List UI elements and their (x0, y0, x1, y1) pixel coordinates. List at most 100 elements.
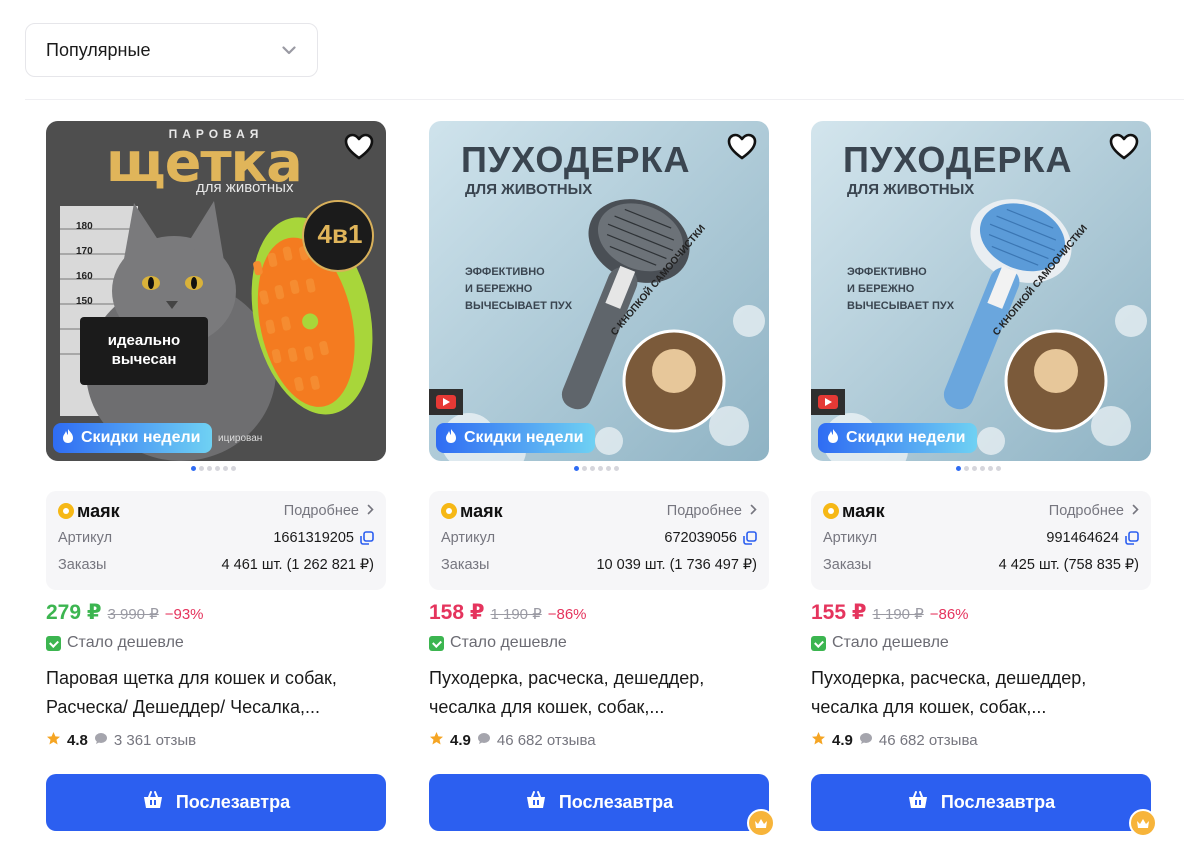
rating: 4.8 3 361 отзыв (46, 731, 196, 750)
old-price: 3 990 ₽ (107, 606, 159, 623)
product-image[interactable]: ПУХОДЕРКА ДЛЯ ЖИВОТНЫХ ЭФФЕКТИВНО И БЕРЕ… (429, 121, 769, 461)
copy-icon[interactable] (1125, 530, 1139, 545)
chevron-right-icon (367, 503, 374, 519)
image-tail-text: ицирован (218, 433, 263, 444)
reviews-count[interactable]: 46 682 отзыва (497, 732, 596, 749)
discount: −86% (929, 606, 969, 623)
image-desc-3: ВЫЧЕСЫВАЕТ ПУХ (465, 300, 573, 312)
image-pagination[interactable] (956, 466, 1001, 471)
promo-badge: Скидки недели (818, 423, 978, 453)
basket-icon (907, 790, 929, 815)
image-pagination[interactable] (574, 466, 619, 471)
product-image[interactable]: ПАРОВАЯ щетка для животных 4в1 180 170 1… (46, 121, 386, 461)
rating-value: 4.8 (67, 732, 88, 749)
promo-badge-label: Скидки недели (464, 429, 584, 446)
product-title[interactable]: Пуходерка, расческа, дешеддер, чесалка дл… (811, 664, 1151, 722)
image-pagination[interactable] (191, 466, 236, 471)
add-to-cart-label: Послезавтра (175, 792, 291, 812)
sort-dropdown[interactable]: Популярные (25, 23, 318, 77)
heart-icon[interactable] (1109, 133, 1139, 161)
reviews-count[interactable]: 3 361 отзыв (114, 732, 196, 749)
orders-value: 4 461 шт. (1 262 821 ₽) (221, 556, 374, 573)
rating: 4.9 46 682 отзыва (429, 731, 596, 750)
orders-label: Заказы (823, 556, 872, 573)
image-headline: ПУХОДЕРКА (843, 139, 1073, 180)
article-label: Артикул (441, 529, 496, 546)
product-card[interactable]: ПУХОДЕРКА ДЛЯ ЖИВОТНЫХ ЭФФЕКТИВНО И БЕРЕ… (811, 121, 1157, 841)
arrow-down-icon (811, 635, 826, 651)
image-scale-2: 170 (76, 246, 93, 257)
promo-badge-label: Скидки недели (81, 429, 201, 446)
star-icon (46, 731, 61, 750)
star-icon (429, 731, 444, 750)
old-price: 1 190 ₽ (490, 606, 542, 623)
add-to-cart-button[interactable]: Послезавтра (429, 774, 769, 831)
basket-icon (142, 790, 164, 815)
image-desc-1: ЭФФЕКТИВНО (465, 266, 545, 278)
orders-value: 4 425 шт. (758 835 ₽) (998, 556, 1139, 573)
copy-icon[interactable] (743, 530, 757, 545)
fire-icon (826, 428, 840, 449)
reviews-count[interactable]: 46 682 отзыва (879, 732, 978, 749)
heart-icon[interactable] (727, 133, 757, 161)
product-title[interactable]: Паровая щетка для кошек и собак, Расческа… (46, 664, 386, 722)
heart-icon[interactable] (344, 133, 374, 161)
orders-value: 10 039 шт. (1 736 497 ₽) (596, 556, 757, 573)
chevron-down-icon (281, 42, 297, 58)
copy-icon[interactable] (360, 530, 374, 545)
price-drop-badge: Стало дешевле (429, 634, 567, 652)
add-to-cart-label: Послезавтра (940, 792, 1056, 812)
more-link[interactable]: Подробнее (667, 503, 757, 519)
image-headline: ПУХОДЕРКА (461, 139, 691, 180)
analytics-box: маяк Подробнее Артикул 1661319205 Заказы 4… (46, 491, 386, 590)
mayak-logo: маяк (441, 501, 503, 522)
price: 155 ₽ (811, 601, 867, 624)
chevron-right-icon (750, 503, 757, 519)
image-subtitle: ДЛЯ ЖИВОТНЫХ (847, 181, 975, 198)
more-link[interactable]: Подробнее (1049, 503, 1139, 519)
mayak-logo: маяк (58, 501, 120, 522)
arrow-down-icon (429, 635, 444, 651)
add-to-cart-button[interactable]: Послезавтра (46, 774, 386, 831)
add-to-cart-button[interactable]: Послезавтра (811, 774, 1151, 831)
image-subtitle: ДЛЯ ЖИВОТНЫХ (465, 181, 593, 198)
image-desc-1: ЭФФЕКТИВНО (847, 266, 927, 278)
image-subtitle: для животных (196, 179, 294, 196)
image-scale-1: 180 (76, 221, 93, 232)
star-icon (811, 731, 826, 750)
product-card[interactable]: ПУХОДЕРКА ДЛЯ ЖИВОТНЫХ ЭФФЕКТИВНО И БЕРЕ… (429, 121, 775, 841)
price: 279 ₽ (46, 601, 102, 624)
product-title[interactable]: Пуходерка, расческа, дешеддер, чесалка дл… (429, 664, 769, 722)
fire-icon (61, 428, 75, 449)
image-desc-2: И БЕРЕЖНО (465, 283, 533, 295)
rating: 4.9 46 682 отзыва (811, 731, 978, 750)
crown-icon (747, 809, 775, 837)
image-plate-text: идеально вычесан (107, 332, 181, 368)
discount: −86% (547, 606, 587, 623)
sort-dropdown-label: Популярные (46, 39, 151, 60)
divider (25, 99, 1184, 100)
article-value: 672039056 (664, 529, 737, 546)
image-scale-4: 150 (76, 296, 93, 307)
rating-value: 4.9 (832, 732, 853, 749)
article-value: 991464624 (1046, 529, 1119, 546)
crown-icon (1129, 809, 1157, 837)
product-card[interactable]: ПАРОВАЯ щетка для животных 4в1 180 170 1… (46, 121, 386, 841)
promo-badge: Скидки недели (53, 423, 213, 453)
image-desc-2: И БЕРЕЖНО (847, 283, 915, 295)
image-scale-3: 160 (76, 271, 93, 282)
comment-icon (859, 732, 873, 749)
price-drop-badge: Стало дешевле (46, 634, 184, 652)
promo-badge-label: Скидки недели (846, 429, 966, 446)
discount: −93% (164, 606, 204, 623)
article-value: 1661319205 (273, 529, 354, 546)
add-to-cart-label: Послезавтра (558, 792, 674, 812)
comment-icon (477, 732, 491, 749)
mayak-logo: маяк (823, 501, 885, 522)
price-drop-badge: Стало дешевле (811, 634, 949, 652)
promo-badge: Скидки недели (436, 423, 596, 453)
product-image[interactable]: ПУХОДЕРКА ДЛЯ ЖИВОТНЫХ ЭФФЕКТИВНО И БЕРЕ… (811, 121, 1151, 461)
more-link[interactable]: Подробнее (284, 503, 374, 519)
basket-icon (525, 790, 547, 815)
orders-label: Заказы (441, 556, 490, 573)
